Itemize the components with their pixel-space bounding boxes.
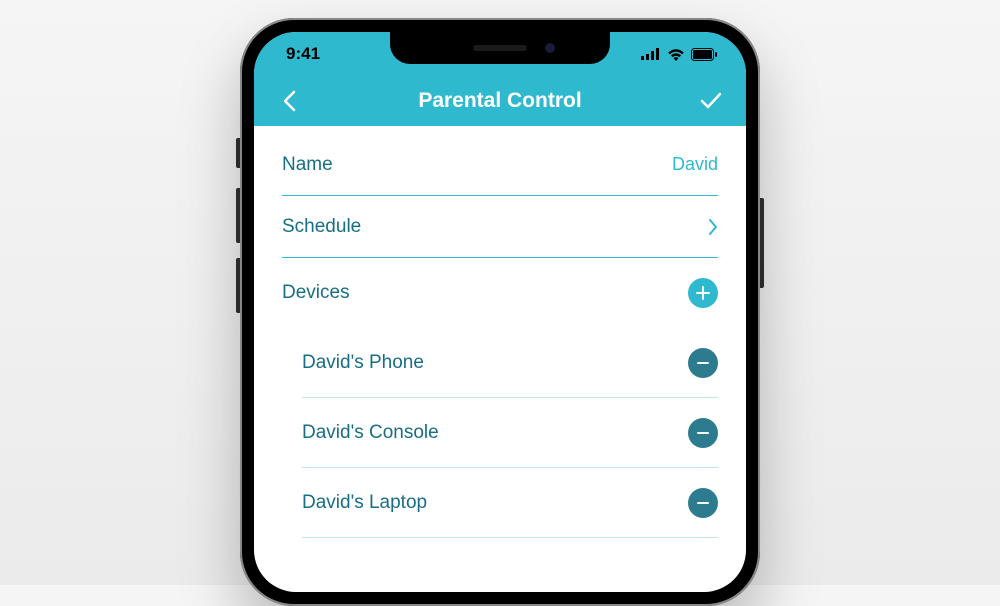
device-list: David's Phone David's Console David's La…: [282, 328, 718, 538]
battery-icon: [691, 48, 718, 61]
chevron-left-icon: [282, 90, 296, 112]
device-row: David's Laptop: [302, 468, 718, 538]
name-label: Name: [282, 154, 333, 176]
plus-icon: [695, 285, 711, 301]
hw-volume-down: [236, 258, 240, 313]
name-value: David: [672, 154, 718, 175]
confirm-button[interactable]: [696, 86, 726, 116]
phone-frame: 9:41 Parental Control: [240, 18, 760, 606]
content: Name David Schedule Devices David's Phon…: [254, 126, 746, 538]
minus-icon: [695, 495, 711, 511]
minus-icon: [695, 425, 711, 441]
page-title: Parental Control: [254, 89, 746, 113]
back-button[interactable]: [274, 86, 304, 116]
device-label: David's Console: [302, 422, 439, 444]
cellular-icon: [641, 48, 661, 60]
status-time: 9:41: [286, 44, 320, 64]
front-camera: [545, 43, 555, 53]
remove-device-button[interactable]: [688, 418, 718, 448]
device-label: David's Phone: [302, 352, 424, 374]
schedule-row[interactable]: Schedule: [282, 196, 718, 258]
notch: [390, 32, 610, 64]
devices-header-row: Devices: [282, 258, 718, 328]
device-label: David's Laptop: [302, 492, 427, 514]
remove-device-button[interactable]: [688, 348, 718, 378]
device-row: David's Console: [302, 398, 718, 468]
wifi-icon: [667, 48, 685, 61]
hw-switch: [236, 138, 240, 168]
remove-device-button[interactable]: [688, 488, 718, 518]
minus-icon: [695, 355, 711, 371]
hw-volume-up: [236, 188, 240, 243]
nav-bar: Parental Control: [254, 76, 746, 126]
screen: 9:41 Parental Control: [254, 32, 746, 592]
checkmark-icon: [700, 92, 722, 110]
speaker-grille: [473, 45, 527, 51]
devices-label: Devices: [282, 282, 350, 304]
chevron-right-icon: [708, 218, 718, 236]
hw-power: [760, 198, 764, 288]
name-row[interactable]: Name David: [282, 134, 718, 196]
device-row: David's Phone: [302, 328, 718, 398]
add-device-button[interactable]: [688, 278, 718, 308]
schedule-label: Schedule: [282, 216, 361, 238]
